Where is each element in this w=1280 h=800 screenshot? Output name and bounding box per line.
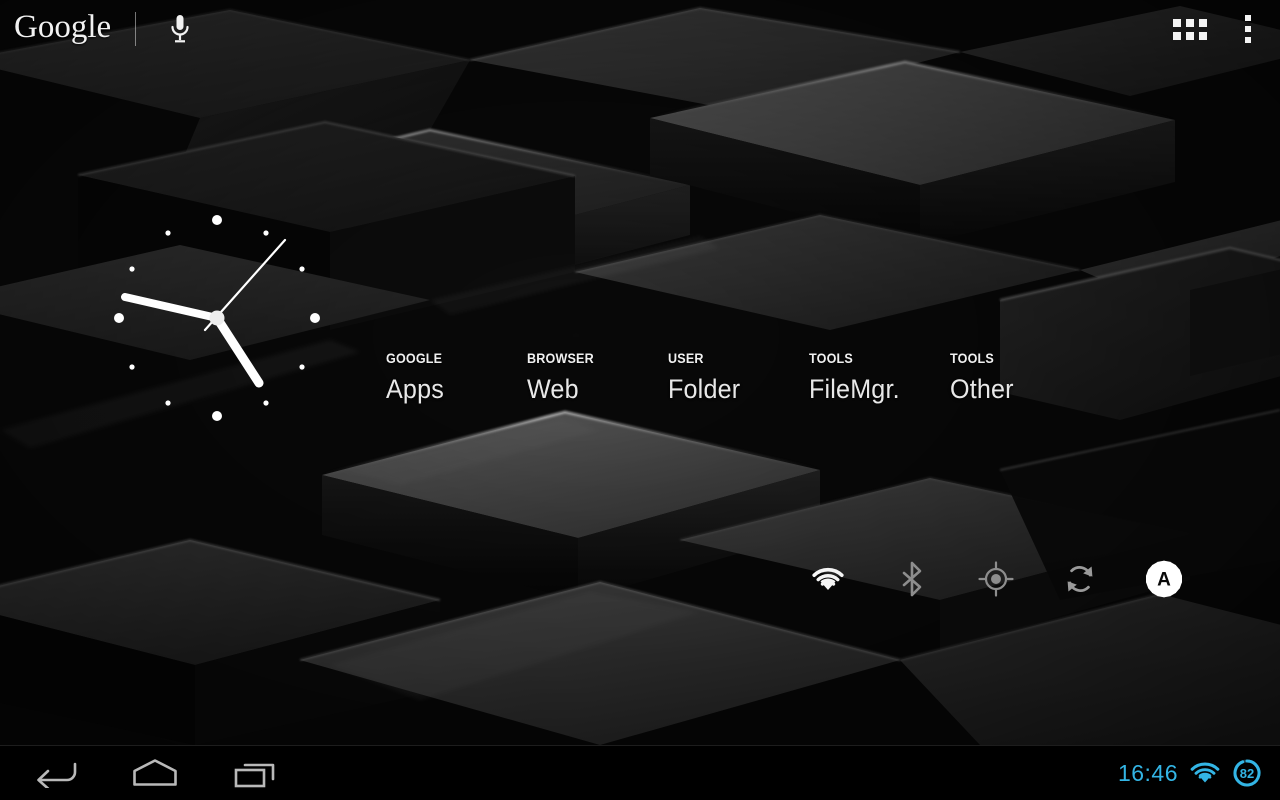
wifi-status-icon (1190, 762, 1220, 783)
bluetooth-toggle-button[interactable] (870, 548, 954, 610)
shortcut-label: FileMgr. (809, 373, 900, 404)
power-control-widget: A (786, 548, 1206, 610)
recent-apps-button[interactable] (218, 750, 292, 796)
back-icon (37, 762, 77, 788)
shortcut-web[interactable]: BROWSER Web (527, 352, 668, 403)
google-search-bar[interactable]: Google (0, 0, 300, 58)
minute-hand (121, 293, 221, 322)
brightness-icon: A (1145, 560, 1183, 598)
battery-percent-text: 82 (1240, 766, 1254, 781)
overflow-dot (1245, 26, 1251, 32)
top-right-actions (1162, 0, 1270, 58)
recents-icon (234, 763, 275, 788)
shortcut-category: USER (668, 351, 704, 366)
gps-icon (978, 561, 1014, 597)
shortcut-row: GOOGLE Apps BROWSER Web USER Folder TOOL… (386, 352, 1091, 403)
shortcut-label: Other (950, 373, 1014, 404)
shortcut-apps[interactable]: GOOGLE Apps (386, 352, 527, 403)
shortcut-category: TOOLS (950, 351, 994, 366)
overflow-dot (1245, 37, 1251, 43)
shortcut-label: Web (527, 373, 579, 404)
wifi-icon (812, 567, 844, 590)
sync-toggle-button[interactable] (1038, 548, 1122, 610)
shortcut-other[interactable]: TOOLS Other (950, 352, 1091, 403)
shortcut-category: BROWSER (527, 351, 594, 366)
bluetooth-icon (902, 561, 922, 597)
overflow-dot (1245, 15, 1251, 21)
clock-face (114, 215, 320, 421)
shortcut-folder[interactable]: USER Folder (668, 352, 809, 403)
sync-icon (1067, 566, 1093, 592)
battery-circle-icon: 82 (1233, 759, 1261, 787)
voice-search-button[interactable] (162, 9, 198, 49)
hour-hand (212, 313, 264, 388)
overflow-menu-button[interactable] (1226, 3, 1270, 55)
shortcut-filemgr[interactable]: TOOLS FileMgr. (809, 352, 950, 403)
system-bar: 16:46 82 (0, 745, 1280, 800)
clock-center-hub (209, 310, 225, 326)
apps-grid-icon (1173, 18, 1207, 40)
status-clock: 16:46 (1117, 759, 1178, 786)
status-icons[interactable]: 16:46 82 (1118, 758, 1280, 788)
shortcut-category: TOOLS (809, 351, 853, 366)
navigation-keys (0, 750, 292, 796)
search-divider (135, 12, 137, 46)
wifi-toggle-button[interactable] (786, 548, 870, 610)
brightness-toggle-button[interactable]: A (1122, 548, 1206, 610)
analog-clock-widget[interactable] (97, 198, 337, 438)
shortcut-label: Folder (668, 373, 741, 404)
shortcut-label: Apps (386, 373, 444, 404)
shortcut-category: GOOGLE (386, 351, 443, 366)
microphone-icon (171, 15, 189, 43)
back-button[interactable] (18, 750, 92, 796)
brightness-auto-badge: A (1157, 570, 1171, 591)
google-logo[interactable]: Google (14, 11, 111, 47)
gps-toggle-button[interactable] (954, 548, 1038, 610)
home-button[interactable] (118, 750, 192, 796)
home-icon (133, 759, 177, 786)
apps-grid-button[interactable] (1162, 3, 1218, 55)
